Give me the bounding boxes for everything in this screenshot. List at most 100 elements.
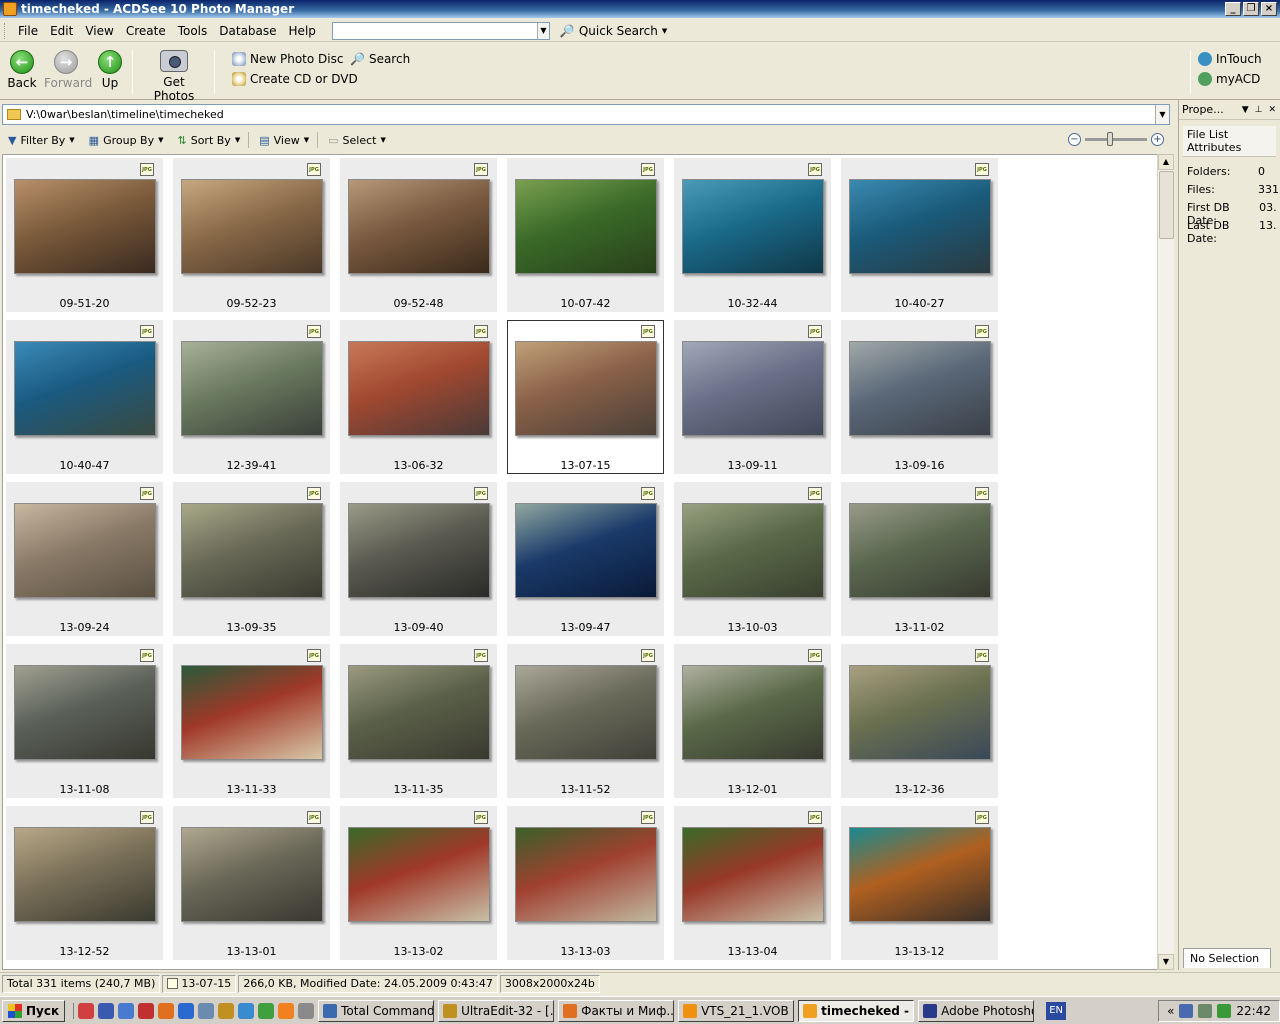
quicklaunch-app-icon[interactable] [178,1002,195,1019]
minimize-button[interactable]: _ [1225,2,1241,16]
thumbnail-image[interactable] [348,827,490,922]
thumbnail-image[interactable] [682,341,824,436]
thumbnail-image[interactable] [181,827,323,922]
quicklaunch-app-icon[interactable] [158,1002,175,1019]
thumbnail-image[interactable] [14,665,156,760]
taskbar-task-button[interactable]: Факты и Миф... [558,999,675,1022]
thumbnail-item[interactable]: JPG 13-11-33 [173,644,330,798]
thumbnail-image[interactable] [849,503,991,598]
thumbnail-image[interactable] [515,827,657,922]
thumbnail-item[interactable]: JPG 13-10-03 [674,482,831,636]
thumbnail-image[interactable] [682,179,824,274]
zoom-slider[interactable] [1085,132,1147,146]
quicklaunch-app-icon[interactable] [78,1002,95,1019]
tray-app-icon[interactable] [1198,1003,1213,1018]
thumbnail-item[interactable]: JPG 13-13-03 [507,806,664,960]
maximize-button[interactable]: ❐ [1243,2,1259,16]
thumbnail-item[interactable]: JPG 13-13-02 [340,806,497,960]
thumbnail-image[interactable] [14,827,156,922]
search-combo[interactable]: ▼ [331,21,550,40]
thumbnail-item[interactable]: JPG 13-13-12 [841,806,998,960]
thumbnail-item[interactable]: JPG 10-40-47 [6,320,163,474]
taskbar-task-button[interactable]: timecheked - ... [798,999,915,1022]
file-list-scrollbar[interactable]: ▲ ▼ [1157,154,1174,970]
thumbnail-item[interactable]: JPG 13-09-16 [841,320,998,474]
search-button[interactable]: 🔎 Search [350,52,410,66]
create-cd-button[interactable]: Create CD or DVD [232,72,358,86]
menu-tools[interactable]: Tools [172,24,214,38]
start-button[interactable]: Пуск [2,999,66,1022]
tray-app-icon[interactable] [1217,1003,1232,1018]
thumbnail-item[interactable]: JPG 13-13-04 [674,806,831,960]
up-button[interactable]: ↑ Up [96,50,124,90]
thumbnail-image[interactable] [181,341,323,436]
thumbnail-item[interactable]: JPG 12-39-41 [173,320,330,474]
forward-button[interactable]: → Forward [44,50,92,90]
address-bar[interactable]: V:\0war\beslan\timeline\timecheked ▼ [2,104,1170,125]
quicklaunch-app-icon[interactable] [118,1002,135,1019]
thumbnail-item[interactable]: JPG 13-09-40 [340,482,497,636]
new-photo-disc-button[interactable]: New Photo Disc [232,52,343,66]
thumbnail-image[interactable] [849,179,991,274]
tray-expand-icon[interactable]: « [1167,1004,1174,1018]
thumbnail-image[interactable] [849,341,991,436]
taskbar-task-button[interactable]: Total Command... [318,999,435,1022]
sort-by-button[interactable]: ⇅ Sort By ▼ [170,134,247,147]
thumbnail-image[interactable] [14,341,156,436]
quicklaunch-app-icon[interactable] [298,1002,315,1019]
thumbnail-item[interactable]: JPG 09-52-23 [173,158,330,312]
no-selection-tab[interactable]: No Selection [1183,948,1271,968]
thumbnail-image[interactable] [515,503,657,598]
thumbnail-item[interactable]: JPG 13-12-36 [841,644,998,798]
taskbar-task-button[interactable]: VTS_21_1.VOB ... [678,999,795,1022]
thumbnail-image[interactable] [14,179,156,274]
select-button[interactable]: ▭ Select ▼ [320,134,392,147]
network-icon[interactable] [1179,1003,1194,1018]
zoom-out-icon[interactable]: − [1068,133,1081,146]
quicklaunch-app-icon[interactable] [98,1002,115,1019]
thumbnail-image[interactable] [348,665,490,760]
thumbnail-item[interactable]: JPG 13-09-11 [674,320,831,474]
thumbnail-image[interactable] [348,341,490,436]
thumbnail-image[interactable] [515,179,657,274]
quicklaunch-app-icon[interactable] [218,1002,235,1019]
toolbar-grip[interactable] [4,22,7,39]
file-list[interactable]: JPG 09-51-20 JPG 09-52-23 JPG 09-52-48 JPG 10-0… [2,154,1158,970]
taskbar-task-button[interactable]: Adobe Photoshop [918,999,1035,1022]
search-dropdown-arrow-icon[interactable]: ▼ [536,22,549,39]
quicklaunch-app-icon[interactable] [138,1002,155,1019]
panel-menu-icon[interactable]: ▼ [1242,105,1249,115]
scrollbar-thumb[interactable] [1159,171,1174,239]
thumbnail-item[interactable]: JPG 13-09-47 [507,482,664,636]
thumbnail-image[interactable] [849,827,991,922]
thumbnail-item[interactable]: JPG 09-51-20 [6,158,163,312]
close-button[interactable]: × [1261,2,1277,16]
thumbnail-image[interactable] [348,179,490,274]
thumbnail-image[interactable] [515,665,657,760]
thumbnail-item[interactable]: JPG 09-52-48 [340,158,497,312]
zoom-in-icon[interactable]: + [1151,133,1164,146]
taskbar-task-button[interactable]: UltraEdit-32 - [... [438,999,555,1022]
thumbnail-item[interactable]: JPG 13-11-08 [6,644,163,798]
filter-by-button[interactable]: ▼ Filter By ▼ [0,134,81,147]
thumbnail-image[interactable] [181,665,323,760]
thumbnail-item[interactable]: JPG 10-40-27 [841,158,998,312]
quicklaunch-app-icon[interactable] [238,1002,255,1019]
scroll-down-icon[interactable]: ▼ [1158,954,1174,970]
group-by-button[interactable]: ▦ Group By ▼ [81,134,170,147]
thumbnail-image[interactable] [849,665,991,760]
thumbnail-image[interactable] [515,341,657,436]
intouch-button[interactable]: InTouch [1198,52,1262,66]
quicklaunch-app-icon[interactable] [258,1002,275,1019]
quick-search-button[interactable]: 🔎 Quick Search ▼ [560,24,667,38]
quicklaunch-app-icon[interactable] [278,1002,295,1019]
menu-create[interactable]: Create [120,24,172,38]
thumbnail-image[interactable] [348,503,490,598]
thumbnail-item[interactable]: JPG 13-13-01 [173,806,330,960]
thumbnail-item[interactable]: JPG 13-11-52 [507,644,664,798]
menu-edit[interactable]: Edit [44,24,79,38]
scroll-up-icon[interactable]: ▲ [1158,154,1174,170]
title-bar[interactable]: timecheked - ACDSee 10 Photo Manager _ ❐… [0,0,1280,18]
thumbnail-image[interactable] [682,665,824,760]
view-button[interactable]: ▤ View ▼ [251,134,315,147]
